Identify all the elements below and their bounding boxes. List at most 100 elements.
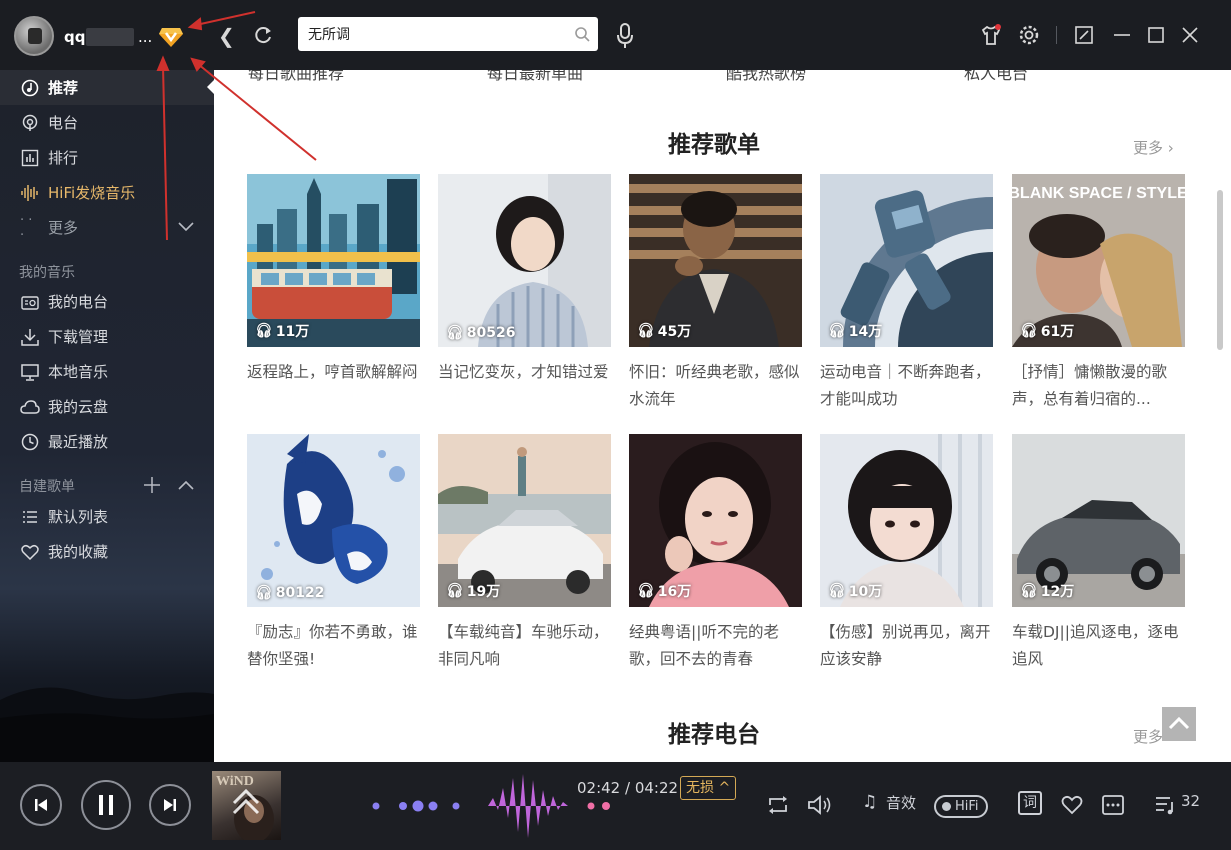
search-icon[interactable]: [574, 26, 590, 42]
playlist-card[interactable]: 🎧︎ 14万 运动电音｜不断奔跑者，才能叫成功: [820, 174, 993, 413]
music-note-icon[interactable]: ♫: [862, 792, 877, 812]
playlist-cover[interactable]: BLANK SPACE / STYLE 🎧︎ 61万: [1012, 174, 1185, 347]
sidebar-item-hifi[interactable]: HiFi发烧音乐: [0, 175, 214, 210]
sidebar-item-downloads[interactable]: 下载管理: [0, 319, 214, 354]
playlist-card[interactable]: 🎧︎ 80122 『励志』你若不勇敢，谁替你坚强!: [247, 434, 420, 673]
sidebar-item-radio[interactable]: 电台: [0, 105, 214, 140]
link-private-radio[interactable]: 私人电台: [964, 70, 1028, 84]
sidebar-item-label: 推荐: [48, 79, 79, 97]
more-playlists-link[interactable]: 更多 ›: [1133, 137, 1174, 158]
playlist-cover[interactable]: 🎧︎ 80122: [247, 434, 420, 607]
minimize-icon[interactable]: [1111, 24, 1133, 46]
chevron-up-icon[interactable]: [178, 480, 194, 490]
search-box[interactable]: [298, 17, 598, 51]
playlist-title[interactable]: 【伤感】别说再见，离开应该安静: [820, 619, 993, 673]
playlist-card[interactable]: 🎧︎ 80526 当记忆变灰，才知错过爱: [438, 174, 611, 413]
playlist-cover[interactable]: 🎧︎ 10万: [820, 434, 993, 607]
playlist-title[interactable]: 怀旧：听经典老歌，感似水流年: [629, 359, 802, 413]
playlist-queue-icon[interactable]: [1155, 795, 1177, 815]
play-count: 🎧︎ 14万: [828, 321, 882, 341]
link-daily-songs[interactable]: 每日歌曲推荐: [248, 70, 344, 84]
skin-shirt-icon[interactable]: [980, 24, 1002, 46]
cover-title: BLANK SPACE / STYLE: [1012, 185, 1185, 202]
playlist-cover[interactable]: 🎧︎ 80526: [438, 174, 611, 347]
sidebar-item-recent[interactable]: 最近播放: [0, 424, 214, 459]
playlist-cover[interactable]: 🎧︎ 11万: [247, 174, 420, 347]
close-icon[interactable]: [1179, 24, 1201, 46]
list-icon: [20, 507, 40, 527]
orca-illustration: [247, 434, 420, 607]
heart-icon[interactable]: [1061, 795, 1083, 815]
playlist-cover[interactable]: 🎧︎ 16万: [629, 434, 802, 607]
playlist-cover[interactable]: 🎧︎ 19万: [438, 434, 611, 607]
waveform-progress[interactable]: [288, 766, 738, 846]
playlist-card[interactable]: BLANK SPACE / STYLE 🎧︎ 61万 ［抒情］慵懒散漫的歌声，总有…: [1012, 174, 1185, 413]
volume-icon[interactable]: [806, 794, 834, 816]
sidebar-item-recommend[interactable]: 推荐: [0, 70, 214, 105]
section-title-radio: 推荐电台: [668, 722, 760, 748]
playlist-title[interactable]: 运动电音｜不断奔跑者，才能叫成功: [820, 359, 993, 413]
sidebar-item-default-list[interactable]: 默认列表: [0, 499, 214, 534]
refresh-icon[interactable]: [252, 24, 274, 46]
link-daily-new-singles[interactable]: 每日最新单曲: [487, 70, 583, 84]
playlist-card[interactable]: 🎧︎ 12万 车载DJ||追风逐电，逐电追风: [1012, 434, 1185, 673]
album-art-text: WiND: [216, 774, 254, 789]
settings-gear-icon[interactable]: [1018, 24, 1040, 46]
playlist-card[interactable]: 🎧︎ 19万 【车载纯音】车驰乐动，非同凡响: [438, 434, 611, 673]
username-redacted: [86, 28, 134, 46]
microphone-icon[interactable]: [615, 22, 635, 50]
pause-button[interactable]: [81, 780, 131, 830]
sidebar-item-more[interactable]: · · · 更多: [0, 210, 214, 245]
previous-button[interactable]: [20, 784, 62, 826]
playlist-card[interactable]: 🎧︎ 16万 经典粤语||听不完的老歌，回不去的青春: [629, 434, 802, 673]
chevron-up-icon: [1168, 716, 1190, 730]
my-music-title: 我的音乐: [19, 265, 75, 281]
playlist-title[interactable]: 【车载纯音】车驰乐动，非同凡响: [438, 619, 611, 673]
playlist-cover[interactable]: 🎧︎ 14万: [820, 174, 993, 347]
playlist-title[interactable]: ［抒情］慵懒散漫的歌声，总有着归宿的...: [1012, 359, 1185, 413]
mini-mode-icon[interactable]: [1073, 24, 1095, 46]
play-count: 🎧︎ 61万: [1020, 321, 1074, 341]
repeat-icon[interactable]: [766, 794, 790, 816]
sidebar-item-label: 我的电台: [48, 293, 109, 311]
playlist-title[interactable]: 经典粤语||听不完的老歌，回不去的青春: [629, 619, 802, 673]
sidebar-item-label: 电台: [48, 114, 79, 132]
search-input[interactable]: [308, 17, 568, 51]
link-hot-chart[interactable]: 酷我热歌榜: [726, 70, 806, 84]
sidebar-item-favorites[interactable]: 我的收藏: [0, 534, 214, 569]
playlist-title[interactable]: 返程路上，哼首歌解解闷: [247, 359, 420, 413]
playlist-title[interactable]: 当记忆变灰，才知错过爱: [438, 359, 611, 413]
playlist-cover[interactable]: 🎧︎ 45万: [629, 174, 802, 347]
username-prefix[interactable]: qq: [64, 28, 85, 46]
next-button[interactable]: [149, 784, 191, 826]
radio-icon: [20, 113, 40, 133]
vip-diamond-icon[interactable]: [158, 24, 184, 48]
avatar[interactable]: [14, 16, 54, 56]
lyrics-button[interactable]: 词: [1018, 791, 1042, 815]
playlist-title[interactable]: 『励志』你若不勇敢，谁替你坚强!: [247, 619, 420, 673]
playlist-card[interactable]: 🎧︎ 45万 怀旧：听经典老歌，感似水流年: [629, 174, 802, 413]
sidebar-item-cloud-drive[interactable]: 我的云盘: [0, 389, 214, 424]
maximize-icon[interactable]: [1145, 24, 1167, 46]
back-to-top-button[interactable]: [1162, 707, 1196, 741]
add-playlist-icon[interactable]: [143, 476, 161, 494]
back-arrow-icon[interactable]: ❮: [218, 24, 235, 48]
quality-selector[interactable]: 无损 ^: [680, 776, 737, 800]
play-count-value: 61万: [1040, 324, 1075, 340]
headphones-icon: 🎧︎: [255, 323, 273, 339]
now-playing-cover[interactable]: WiND: [212, 771, 281, 843]
queue-count[interactable]: 32: [1181, 792, 1200, 810]
playlist-title[interactable]: 车载DJ||追风逐电，逐电追风: [1012, 619, 1185, 673]
playlist-card[interactable]: 🎧︎ 10万 【伤感】别说再见，离开应该安静: [820, 434, 993, 673]
content-scrollbar[interactable]: [1217, 190, 1223, 350]
playlist-cover[interactable]: 🎧︎ 12万: [1012, 434, 1185, 607]
username-suffix[interactable]: ...: [138, 28, 152, 46]
hifi-toggle[interactable]: HiFi: [934, 795, 988, 818]
sound-effects-button[interactable]: 音效: [886, 792, 916, 813]
more-options-icon[interactable]: [1101, 794, 1125, 816]
sidebar-item-my-radio[interactable]: 我的电台: [0, 284, 214, 319]
chevron-down-icon[interactable]: [178, 222, 194, 232]
sidebar-item-charts[interactable]: 排行: [0, 140, 214, 175]
sidebar-item-local-music[interactable]: 本地音乐: [0, 354, 214, 389]
playlist-card[interactable]: 🎧︎ 11万 返程路上，哼首歌解解闷: [247, 174, 420, 413]
